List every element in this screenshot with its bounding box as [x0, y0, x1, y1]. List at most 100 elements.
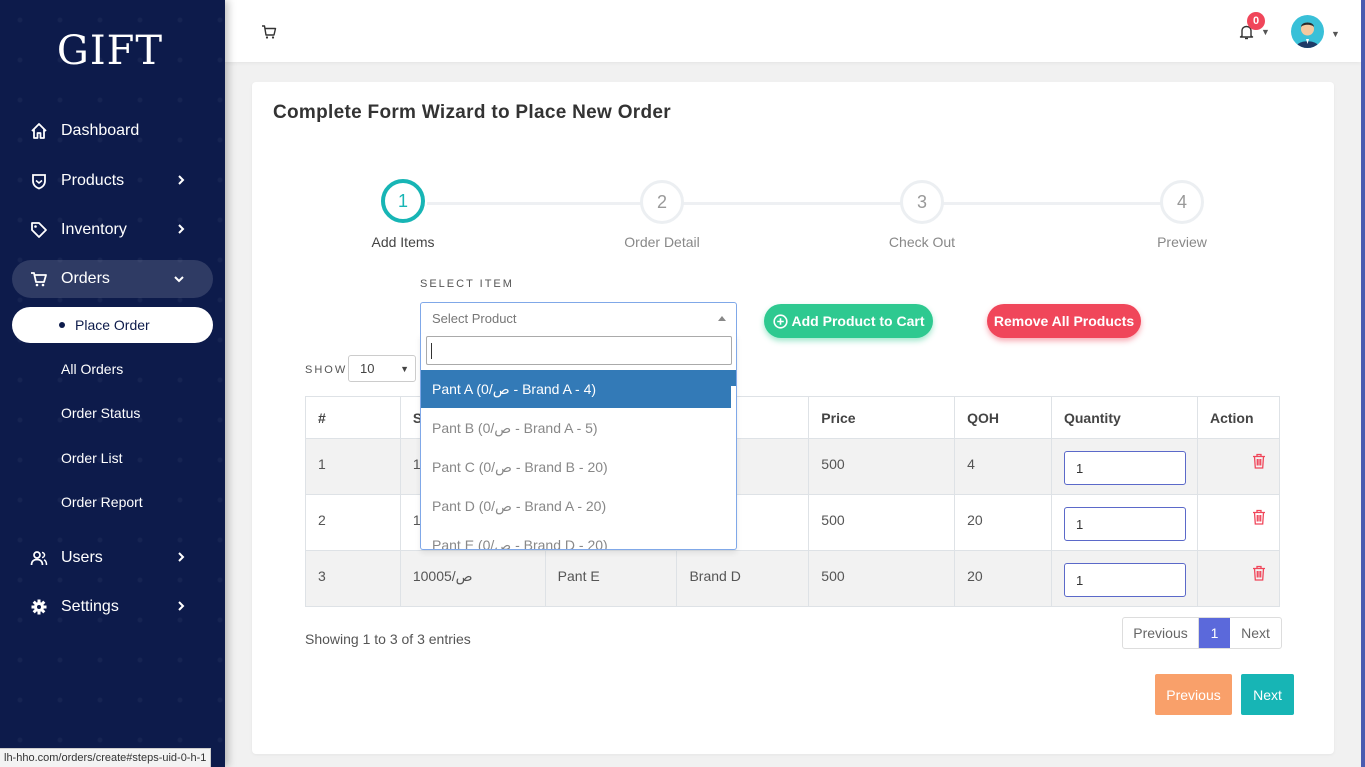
entries-info: Showing 1 to 3 of 3 entries [305, 631, 471, 647]
sidebar-subitem-all-orders[interactable]: All Orders [61, 361, 123, 377]
show-entries-value: 10 [360, 361, 375, 376]
bullet-icon [59, 322, 65, 328]
dropdown-option[interactable]: Pant D (0/ص - Brand A - 20) [421, 487, 731, 525]
cell-qoh: 4 [954, 438, 1052, 495]
sidebar-item-inventory[interactable]: Inventory [12, 211, 213, 249]
cell-num: 2 [305, 494, 401, 551]
cell-quantity: 1 [1050, 494, 1198, 551]
sidebar-subitem-order-report[interactable]: Order Report [61, 494, 143, 510]
show-entries-select[interactable]: 10 ▼ [348, 355, 416, 382]
column-header[interactable]: QOH [954, 396, 1052, 439]
status-bar-url: lh-hho.com/orders/create#steps-uid-0-h-1 [0, 748, 212, 767]
dropdown-option[interactable]: Pant E (0/ص - Brand D - 20) [421, 526, 731, 550]
sidebar-item-label: Settings [61, 598, 119, 615]
sidebar-item-label: Inventory [61, 221, 127, 238]
cell-qoh: 20 [954, 494, 1052, 551]
product-dropdown: Pant A (0/ص - Brand A - 4) Pant B (0/ص -… [420, 334, 737, 550]
sidebar-item-label: Users [61, 549, 103, 566]
chevron-down-icon [173, 272, 185, 286]
trash-icon[interactable] [1252, 509, 1266, 528]
dropdown-search-input[interactable] [426, 336, 732, 365]
product-select-placeholder: Select Product [432, 311, 517, 326]
avatar[interactable] [1291, 15, 1324, 48]
step-1-label: Add Items [371, 234, 435, 250]
select-item-label: SELECT ITEM [420, 278, 514, 290]
quantity-input[interactable]: 1 [1063, 563, 1186, 597]
cell-quantity: 1 [1050, 550, 1198, 607]
column-header[interactable]: Action [1196, 396, 1281, 439]
caret-down-icon: ▼ [400, 364, 409, 374]
dropdown-option[interactable]: Pant A (0/ص - Brand A - 4) [421, 370, 731, 408]
wizard-card: Complete Form Wizard to Place New Order … [252, 82, 1334, 754]
brand-logo[interactable]: GIFT [0, 28, 220, 74]
show-entries-label: SHOW [305, 364, 348, 376]
cell-quantity: 1 [1050, 438, 1198, 495]
chevron-right-icon [177, 551, 185, 566]
chevron-right-icon [177, 600, 185, 615]
sidebar-subitem-order-list[interactable]: Order List [61, 450, 122, 466]
step-3[interactable]: 3 [900, 180, 944, 224]
column-header[interactable]: # [305, 396, 401, 439]
pagination-next[interactable]: Next [1230, 618, 1281, 648]
quantity-input[interactable]: 1 [1063, 451, 1186, 485]
plus-circle-icon [772, 313, 788, 329]
page-title: Complete Form Wizard to Place New Order [273, 102, 671, 123]
sidebar-subitem-label: Place Order [75, 317, 150, 333]
cell-brand: Brand D [676, 550, 810, 607]
step-1[interactable]: 1 [381, 179, 425, 223]
sidebar-subitem-place-order[interactable]: Place Order [12, 307, 213, 343]
caret-down-icon[interactable]: ▼ [1331, 29, 1340, 39]
dropdown-option[interactable]: Pant B (0/ص - Brand A - 5) [421, 409, 731, 447]
quantity-input[interactable]: 1 [1063, 507, 1186, 541]
dropdown-option[interactable]: Pant C (0/ص - Brand B - 20) [421, 448, 731, 486]
cell-num: 1 [305, 438, 401, 495]
cell-name: Pant E [544, 550, 678, 607]
sidebar-subitem-order-status[interactable]: Order Status [61, 405, 140, 421]
column-header[interactable]: Price [808, 396, 956, 439]
chevron-right-icon [177, 174, 185, 189]
column-header[interactable]: Quantity [1050, 396, 1198, 439]
sidebar-item-products[interactable]: Products [12, 162, 213, 200]
cell-qoh: 20 [954, 550, 1052, 607]
step-2[interactable]: 2 [640, 180, 684, 224]
caret-down-icon[interactable]: ▼ [1261, 27, 1270, 37]
wizard-previous-button[interactable]: Previous [1155, 674, 1232, 715]
sidebar: GIFT Dashboard Products Inventory Orders [0, 0, 225, 767]
trash-icon[interactable] [1252, 453, 1266, 472]
sidebar-item-settings[interactable]: Settings [12, 588, 213, 626]
table-row: 3 10005/ص Pant E Brand D 500 20 1 [305, 550, 1281, 607]
add-product-to-cart-button[interactable]: Add Product to Cart [764, 304, 933, 338]
product-select[interactable]: Select Product [420, 302, 737, 335]
cell-action [1196, 550, 1281, 607]
pagination-page[interactable]: 1 [1199, 618, 1230, 648]
scrollbar[interactable] [1361, 0, 1365, 767]
step-4[interactable]: 4 [1160, 180, 1204, 224]
cart-icon [30, 270, 48, 288]
cart-icon[interactable] [261, 24, 277, 43]
chevron-right-icon [177, 223, 185, 238]
top-bar: 0 ▼ ▼ [225, 0, 1361, 62]
sidebar-item-dashboard[interactable]: Dashboard [12, 112, 213, 150]
users-icon [30, 549, 48, 567]
shield-icon [30, 172, 48, 190]
cell-action [1196, 438, 1281, 495]
remove-all-products-button[interactable]: Remove All Products [987, 304, 1141, 338]
trash-icon[interactable] [1252, 565, 1266, 584]
gear-icon [30, 598, 48, 616]
sidebar-item-orders[interactable]: Orders [12, 260, 213, 298]
wizard-next-button[interactable]: Next [1241, 674, 1294, 715]
cell-sku: 10005/ص [399, 550, 546, 607]
cell-num: 3 [305, 550, 401, 607]
add-product-label: Add Product to Cart [791, 313, 925, 329]
sidebar-item-label: Orders [61, 270, 110, 287]
home-icon [30, 122, 48, 140]
cell-price: 500 [808, 550, 956, 607]
sidebar-item-label: Dashboard [61, 122, 140, 139]
step-progress-line [427, 202, 1181, 205]
cell-action [1196, 494, 1281, 551]
tag-icon [30, 221, 48, 239]
sidebar-item-users[interactable]: Users [12, 539, 213, 577]
step-3-label: Check Out [888, 234, 956, 250]
pagination-previous[interactable]: Previous [1123, 618, 1199, 648]
cell-price: 500 [808, 438, 956, 495]
